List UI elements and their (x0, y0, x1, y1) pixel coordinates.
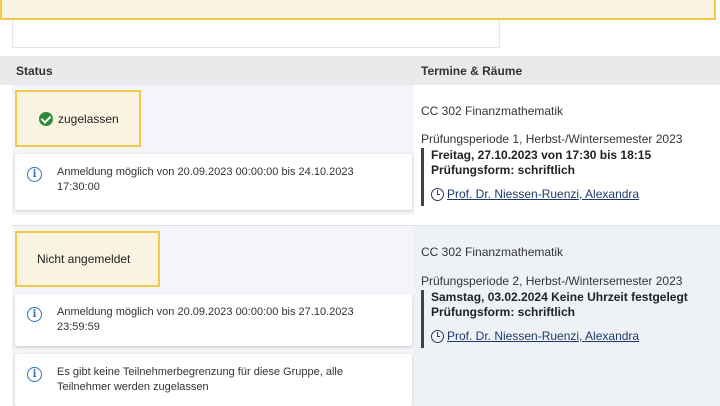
examiner-link[interactable]: Prof. Dr. Niessen-Ruenzi, Alexandra (447, 187, 639, 201)
info-icon: i (27, 307, 42, 322)
clock-icon (431, 187, 444, 201)
examiner: Prof. Dr. Niessen-Ruenzi, Alexandra (431, 187, 711, 201)
exam-details: Samstag, 03.02.2024 Keine Uhrzeit festge… (421, 290, 711, 348)
participant-limit-info-card: i Es gibt keine Teilnehmerbegrenzung für… (15, 354, 412, 406)
participant-limit-info-text: Es gibt keine Teilnehmerbegrenzung für d… (57, 366, 343, 393)
course-title: CC 302 Finanzmathematik (421, 245, 564, 259)
registration-info-text: Anmeldung möglich von 20.09.2023 00:00:0… (57, 166, 354, 193)
registration-info-card: i Anmeldung möglich von 20.09.2023 00:00… (15, 294, 412, 346)
clock-icon (431, 329, 444, 343)
exam-form: Prüfungsform: schriftlich (431, 305, 576, 319)
examiner-link[interactable]: Prof. Dr. Niessen-Ruenzi, Alexandra (447, 329, 639, 343)
column-header-status: Status (16, 64, 53, 78)
info-icon: i (27, 167, 42, 182)
exam-datetime: Samstag, 03.02.2024 Keine Uhrzeit festge… (431, 290, 688, 304)
exam-period: Prüfungsperiode 1, Herbst-/Wintersemeste… (421, 132, 683, 146)
exam-form: Prüfungsform: schriftlich (431, 163, 576, 177)
examiner: Prof. Dr. Niessen-Ruenzi, Alexandra (431, 329, 711, 343)
table-header: Status Termine & Räume (0, 56, 720, 85)
registration-info-text: Anmeldung möglich von 20.09.2023 00:00:0… (57, 306, 354, 333)
registration-info-card: i Anmeldung möglich von 20.09.2023 00:00… (15, 154, 412, 210)
exam-period: Prüfungsperiode 2, Herbst-/Wintersemeste… (421, 274, 683, 288)
status-badge-label: Nicht angemeldet (37, 252, 131, 266)
status-badge-admitted: zugelassen (15, 90, 141, 147)
top-notice-banner (0, 0, 716, 20)
exam-datetime: Freitag, 27.10.2023 von 17:30 bis 18:15 (431, 148, 652, 162)
course-title: CC 302 Finanzmathematik (421, 104, 564, 118)
check-circle-icon (39, 111, 53, 126)
status-badge-label: zugelassen (58, 111, 119, 126)
column-header-termine: Termine & Räume (421, 64, 523, 78)
info-icon: i (27, 367, 42, 382)
status-badge-not-registered: Nicht angemeldet (15, 231, 160, 287)
exam-details: Freitag, 27.10.2023 von 17:30 bis 18:15 … (421, 148, 711, 206)
top-content-box (12, 20, 500, 48)
